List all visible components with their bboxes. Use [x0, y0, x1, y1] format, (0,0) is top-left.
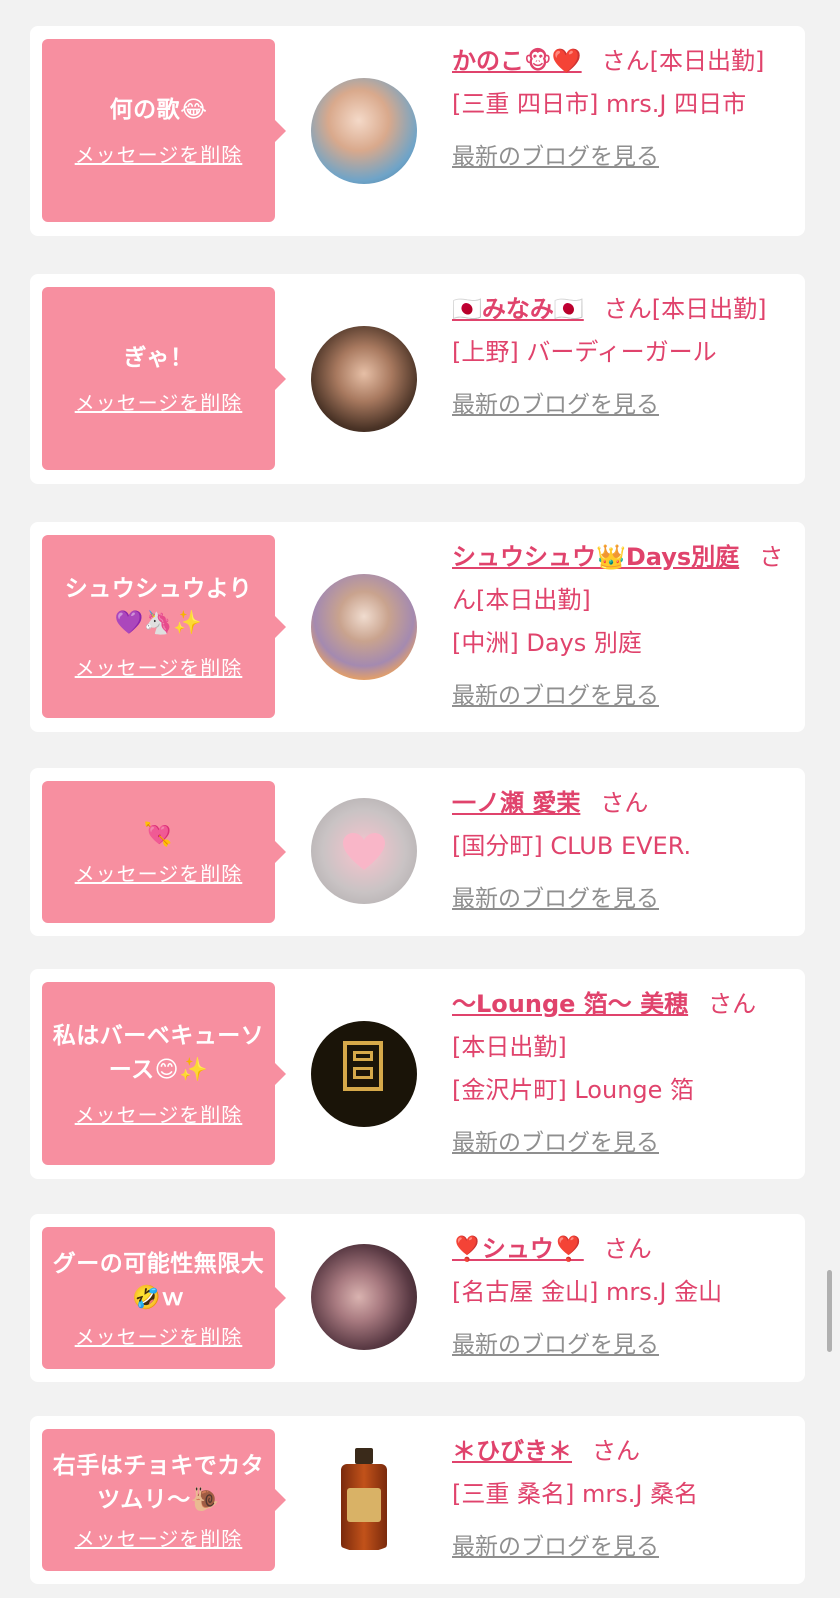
delete-message-link[interactable]: メッセージを削除 — [75, 139, 243, 168]
avatar[interactable] — [311, 78, 417, 184]
delete-message-link[interactable]: メッセージを削除 — [75, 1523, 243, 1552]
profile-info: ＊ひびき＊ さん [三重 桑名] mrs.J 桑名 最新のブログを見る — [452, 1430, 787, 1569]
latest-blog-link[interactable]: 最新のブログを見る — [452, 1324, 659, 1367]
profile-info: 一ノ瀬 愛茉 さん [国分町] CLUB EVER. 最新のブログを見る — [452, 782, 787, 921]
cast-name-link[interactable]: シュウシュウ👑Days別庭 — [452, 543, 739, 571]
cast-name-link[interactable]: 🇯🇵みなみ🇯🇵 — [452, 295, 584, 323]
message-card: 右手はチョキでカタツムリ〜🐌 メッセージを削除 ＊ひびき＊ さん [三重 桑名] … — [30, 1416, 805, 1584]
message-text: ぎゃ！ — [123, 345, 194, 371]
shop-text: [金沢片町] Lounge 箔 — [452, 1076, 695, 1104]
message-card: 私はバーベキューソース😊✨ メッセージを削除 〜Lounge 箔〜 美穂 さん [本… — [30, 969, 805, 1179]
latest-blog-link[interactable]: 最新のブログを見る — [452, 136, 659, 179]
heart-icon — [341, 832, 387, 872]
message-bubble: グーの可能性無限大🤣ｗ メッセージを削除 — [42, 1227, 286, 1369]
shop-text: [名古屋 金山] mrs.J 金山 — [452, 1278, 723, 1306]
cast-name-link[interactable]: 一ノ瀬 愛茉 — [452, 789, 580, 817]
message-card: ぎゃ！ メッセージを削除 🇯🇵みなみ🇯🇵 さん[本日出勤] [上野] バーディーガ… — [30, 274, 805, 484]
honorific-label: さん — [603, 295, 652, 323]
delete-message-link[interactable]: メッセージを削除 — [75, 1099, 243, 1128]
delete-message-link[interactable]: メッセージを削除 — [75, 387, 243, 416]
avatar[interactable] — [311, 326, 417, 432]
message-bubble: 何の歌😂 メッセージを削除 — [42, 39, 286, 222]
avatar[interactable] — [311, 1244, 417, 1350]
honorific-label: さん — [592, 1437, 640, 1465]
delete-message-link[interactable]: メッセージを削除 — [75, 1321, 243, 1350]
message-bubble: 右手はチョキでカタツムリ〜🐌 メッセージを削除 — [42, 1429, 286, 1571]
honorific-label: さん — [601, 47, 650, 75]
latest-blog-link[interactable]: 最新のブログを見る — [452, 1122, 659, 1165]
message-card: 💘 メッセージを削除 一ノ瀬 愛茉 さん [国分町] CLUB EVER. 最新の… — [30, 768, 805, 936]
status-text: [本日出勤] — [651, 295, 767, 323]
message-bubble: ぎゃ！ メッセージを削除 — [42, 287, 286, 470]
message-text: 💘 — [143, 821, 174, 848]
honorific-label: さん — [603, 1235, 652, 1263]
profile-info: 🇯🇵みなみ🇯🇵 さん[本日出勤] [上野] バーディーガール 最新のブログを見る — [452, 288, 787, 427]
shop-text: [上野] バーディーガール — [452, 338, 717, 366]
profile-info: ❣️シュウ❣️ さん [名古屋 金山] mrs.J 金山 最新のブログを見る — [452, 1228, 787, 1367]
profile-info: かのこ🐵❤️ さん[本日出勤] [三重 四日市] mrs.J 四日市 最新のブログ… — [452, 40, 787, 179]
status-text: [本日出勤] — [476, 586, 591, 614]
shop-text: [三重 四日市] mrs.J 四日市 — [452, 90, 747, 118]
avatar[interactable] — [311, 1021, 417, 1127]
latest-blog-link[interactable]: 最新のブログを見る — [452, 384, 659, 427]
message-text: 何の歌😂 — [109, 97, 208, 123]
message-bubble: 💘 メッセージを削除 — [42, 781, 286, 923]
honorific-label: さん — [708, 990, 757, 1018]
honorific-label: さん — [600, 789, 649, 817]
avatar[interactable] — [311, 574, 417, 680]
latest-blog-link[interactable]: 最新のブログを見る — [452, 878, 659, 921]
latest-blog-link[interactable]: 最新のブログを見る — [452, 675, 659, 718]
cast-name-link[interactable]: 〜Lounge 箔〜 美穂 — [452, 990, 688, 1018]
profile-info: 〜Lounge 箔〜 美穂 さん [本日出勤] [金沢片町] Lounge 箔 最新… — [452, 983, 787, 1165]
lounge-logo-icon — [343, 1041, 383, 1091]
message-card: 何の歌😂 メッセージを削除 かのこ🐵❤️ さん[本日出勤] [三重 四日市] mr… — [30, 26, 805, 236]
avatar[interactable] — [311, 1446, 417, 1552]
latest-blog-link[interactable]: 最新のブログを見る — [452, 1526, 659, 1569]
shop-text: [国分町] CLUB EVER. — [452, 832, 692, 860]
shop-text: [中洲] Days 別庭 — [452, 629, 642, 657]
message-text: グーの可能性無限大🤣ｗ — [52, 1250, 265, 1311]
delete-message-link[interactable]: メッセージを削除 — [75, 858, 243, 887]
shop-text: [三重 桑名] mrs.J 桑名 — [452, 1480, 699, 1508]
message-card: シュウシュウより💜🦄✨ メッセージを削除 シュウシュウ👑Days別庭 さん[本日出… — [30, 522, 805, 732]
message-bubble: 私はバーベキューソース😊✨ メッセージを削除 — [42, 982, 286, 1165]
avatar[interactable] — [311, 798, 417, 904]
profile-info: シュウシュウ👑Days別庭 さん[本日出勤] [中洲] Days 別庭 最新のブロ… — [452, 536, 787, 718]
cast-name-link[interactable]: かのこ🐵❤️ — [452, 47, 582, 75]
delete-message-link[interactable]: メッセージを削除 — [75, 652, 243, 681]
status-text: [本日出勤] — [649, 47, 765, 75]
message-text: シュウシュウより💜🦄✨ — [64, 576, 253, 636]
status-text: [本日出勤] — [452, 1033, 567, 1061]
message-bubble: シュウシュウより💜🦄✨ メッセージを削除 — [42, 535, 286, 718]
message-card: グーの可能性無限大🤣ｗ メッセージを削除 ❣️シュウ❣️ さん [名古屋 金山] … — [30, 1214, 805, 1382]
cast-name-link[interactable]: ❣️シュウ❣️ — [452, 1235, 584, 1263]
whisky-bottle-icon — [339, 1446, 389, 1552]
cast-name-link[interactable]: ＊ひびき＊ — [452, 1437, 572, 1465]
message-text: 私はバーベキューソース😊✨ — [52, 1023, 265, 1083]
scrollbar[interactable] — [827, 1270, 832, 1352]
message-text: 右手はチョキでカタツムリ〜🐌 — [52, 1452, 265, 1513]
